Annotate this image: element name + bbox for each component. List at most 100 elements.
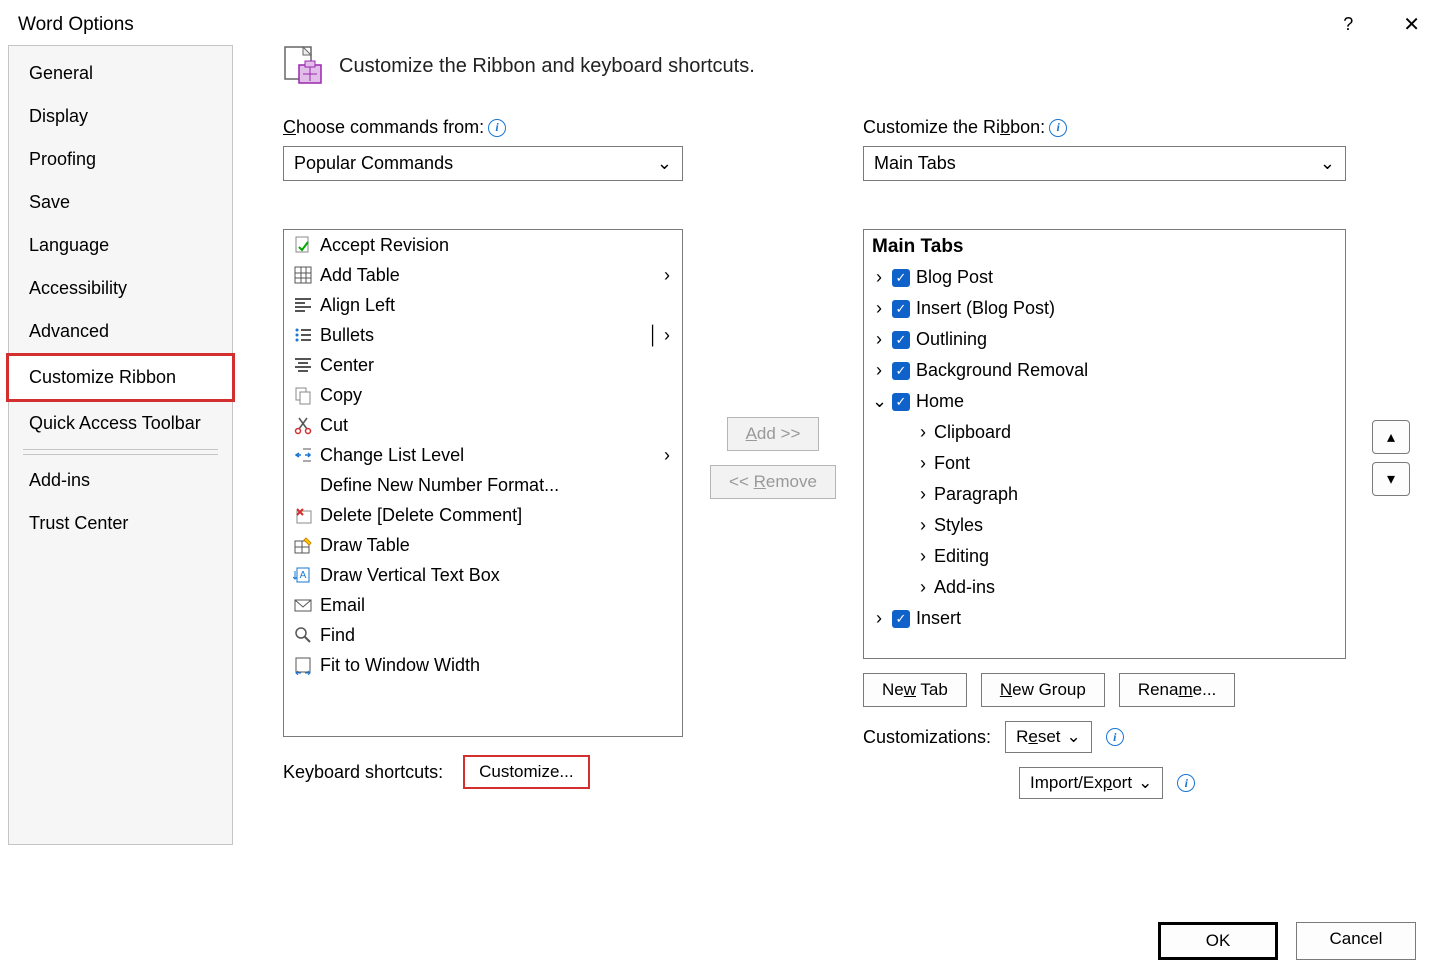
customize-button[interactable]: Customize... [463, 755, 589, 789]
ok-button[interactable]: OK [1158, 922, 1278, 960]
drawtable-icon [292, 534, 314, 556]
chevron-down-icon: ⌄ [1320, 153, 1335, 174]
customize-ribbon-dropdown[interactable]: Main Tabs ⌄ [863, 146, 1346, 181]
command-delete-delete-comment-[interactable]: Delete [Delete Comment] [284, 500, 682, 530]
chevron-right-icon[interactable]: › [872, 329, 886, 350]
sidebar-item-customize-ribbon[interactable]: Customize Ribbon [6, 353, 235, 402]
commands-listbox[interactable]: Accept Revision Add Table› Align Left Bulle… [283, 229, 683, 737]
command-add-table[interactable]: Add Table› [284, 260, 682, 290]
tree-child-clipboard[interactable]: ›Clipboard [866, 417, 1343, 448]
copy-icon [292, 384, 314, 406]
info-icon[interactable]: i [1106, 728, 1124, 746]
command-label: Align Left [320, 295, 395, 316]
command-label: Find [320, 625, 355, 646]
chevron-right-icon[interactable]: › [920, 484, 926, 505]
sidebar-item-display[interactable]: Display [9, 95, 232, 138]
sidebar-item-advanced[interactable]: Advanced [9, 310, 232, 353]
close-icon[interactable]: ✕ [1403, 12, 1420, 37]
sidebar-item-add-ins[interactable]: Add-ins [9, 459, 232, 502]
chevron-right-icon[interactable]: › [920, 577, 926, 598]
chevron-down-icon: ⌄ [657, 153, 672, 174]
chevron-down-icon: ⌄ [1138, 773, 1152, 793]
command-label: Define New Number Format... [320, 475, 559, 496]
command-align-left[interactable]: Align Left [284, 290, 682, 320]
tree-child-editing[interactable]: ›Editing [866, 541, 1343, 572]
reset-dropdown[interactable]: Reset ⌄ [1005, 721, 1092, 753]
tree-child-add-ins[interactable]: ›Add-ins [866, 572, 1343, 603]
submenu-arrow-icon: › [664, 445, 674, 466]
vtext-icon: A [292, 564, 314, 586]
info-icon[interactable]: i [1049, 119, 1067, 137]
tree-item-background-removal[interactable]: ›✓Background Removal [866, 355, 1343, 386]
move-down-button[interactable]: ▾ [1372, 462, 1410, 496]
chevron-right-icon[interactable]: › [920, 546, 926, 567]
info-icon[interactable]: i [488, 119, 506, 137]
sidebar-item-language[interactable]: Language [9, 224, 232, 267]
command-draw-vertical-text-box[interactable]: ADraw Vertical Text Box [284, 560, 682, 590]
command-label: Change List Level [320, 445, 464, 466]
checkbox[interactable]: ✓ [892, 269, 910, 287]
command-bullets[interactable]: Bullets│ › [284, 320, 682, 350]
chevron-down-icon[interactable]: ⌄ [872, 391, 886, 412]
sidebar-item-proofing[interactable]: Proofing [9, 138, 232, 181]
import-export-dropdown[interactable]: Import/Export ⌄ [1019, 767, 1163, 799]
info-icon[interactable]: i [1177, 774, 1195, 792]
command-change-list-level[interactable]: Change List Level › [284, 440, 682, 470]
tree-child-font[interactable]: ›Font [866, 448, 1343, 479]
tree-item-insert-blog-post-[interactable]: ›✓Insert (Blog Post) [866, 293, 1343, 324]
svg-text:A: A [300, 570, 307, 581]
chevron-right-icon[interactable]: › [872, 360, 886, 381]
command-draw-table[interactable]: Draw Table [284, 530, 682, 560]
chevron-right-icon[interactable]: › [920, 422, 926, 443]
bullets-icon [292, 324, 314, 346]
sidebar-item-save[interactable]: Save [9, 181, 232, 224]
command-define-new-number-format-[interactable]: Define New Number Format... [284, 470, 682, 500]
sidebar-item-general[interactable]: General [9, 52, 232, 95]
accept-icon [292, 234, 314, 256]
sidebar-item-trust-center[interactable]: Trust Center [9, 502, 232, 545]
tree-child-styles[interactable]: ›Styles [866, 510, 1343, 541]
remove-button[interactable]: << Remove [710, 465, 836, 499]
checkbox[interactable]: ✓ [892, 300, 910, 318]
add-button[interactable]: Add >> [727, 417, 820, 451]
command-fit-to-window-width[interactable]: Fit to Window Width [284, 650, 682, 680]
choose-commands-label: Choose commands from: [283, 117, 484, 138]
command-copy[interactable]: Copy [284, 380, 682, 410]
ribbon-icon [283, 45, 325, 87]
new-tab-button[interactable]: New Tab [863, 673, 967, 707]
tree-item-insert[interactable]: › ✓ Insert [866, 603, 1343, 634]
checkbox[interactable]: ✓ [892, 393, 910, 411]
chevron-right-icon[interactable]: › [920, 515, 926, 536]
move-up-button[interactable]: ▴ [1372, 420, 1410, 454]
command-center[interactable]: Center [284, 350, 682, 380]
tree-item-outlining[interactable]: › ✓ Outlining [866, 324, 1343, 355]
find-icon [292, 624, 314, 646]
tree-label: Insert [916, 608, 961, 629]
tree-item-blog-post[interactable]: ›✓Blog Post [866, 262, 1343, 293]
chevron-right-icon[interactable]: › [872, 608, 886, 629]
new-group-button[interactable]: New Group [981, 673, 1105, 707]
sidebar-item-quick-access-toolbar[interactable]: Quick Access Toolbar [9, 402, 232, 445]
command-email[interactable]: Email [284, 590, 682, 620]
help-icon[interactable]: ? [1343, 14, 1353, 35]
tree-item-home[interactable]: ⌄✓Home [866, 386, 1343, 417]
checkbox[interactable]: ✓ [892, 331, 910, 349]
checkbox[interactable]: ✓ [892, 362, 910, 380]
command-find[interactable]: Find [284, 620, 682, 650]
fit-icon [292, 654, 314, 676]
chevron-right-icon[interactable]: › [872, 298, 886, 319]
choose-commands-dropdown[interactable]: Popular Commands ⌄ [283, 146, 683, 181]
command-label: Cut [320, 415, 348, 436]
command-cut[interactable]: Cut [284, 410, 682, 440]
sidebar-item-accessibility[interactable]: Accessibility [9, 267, 232, 310]
rename-button[interactable]: Rename... [1119, 673, 1235, 707]
command-label: Accept Revision [320, 235, 449, 256]
cancel-button[interactable]: Cancel [1296, 922, 1416, 960]
chevron-right-icon[interactable]: › [872, 267, 886, 288]
checkbox[interactable]: ✓ [892, 610, 910, 628]
command-accept-revision[interactable]: Accept Revision [284, 230, 682, 260]
tree-child-paragraph[interactable]: ›Paragraph [866, 479, 1343, 510]
chevron-right-icon[interactable]: › [920, 453, 926, 474]
ribbon-tree[interactable]: Main Tabs›✓Blog Post›✓Insert (Blog Post)… [863, 229, 1346, 659]
tree-label: Outlining [916, 329, 987, 350]
